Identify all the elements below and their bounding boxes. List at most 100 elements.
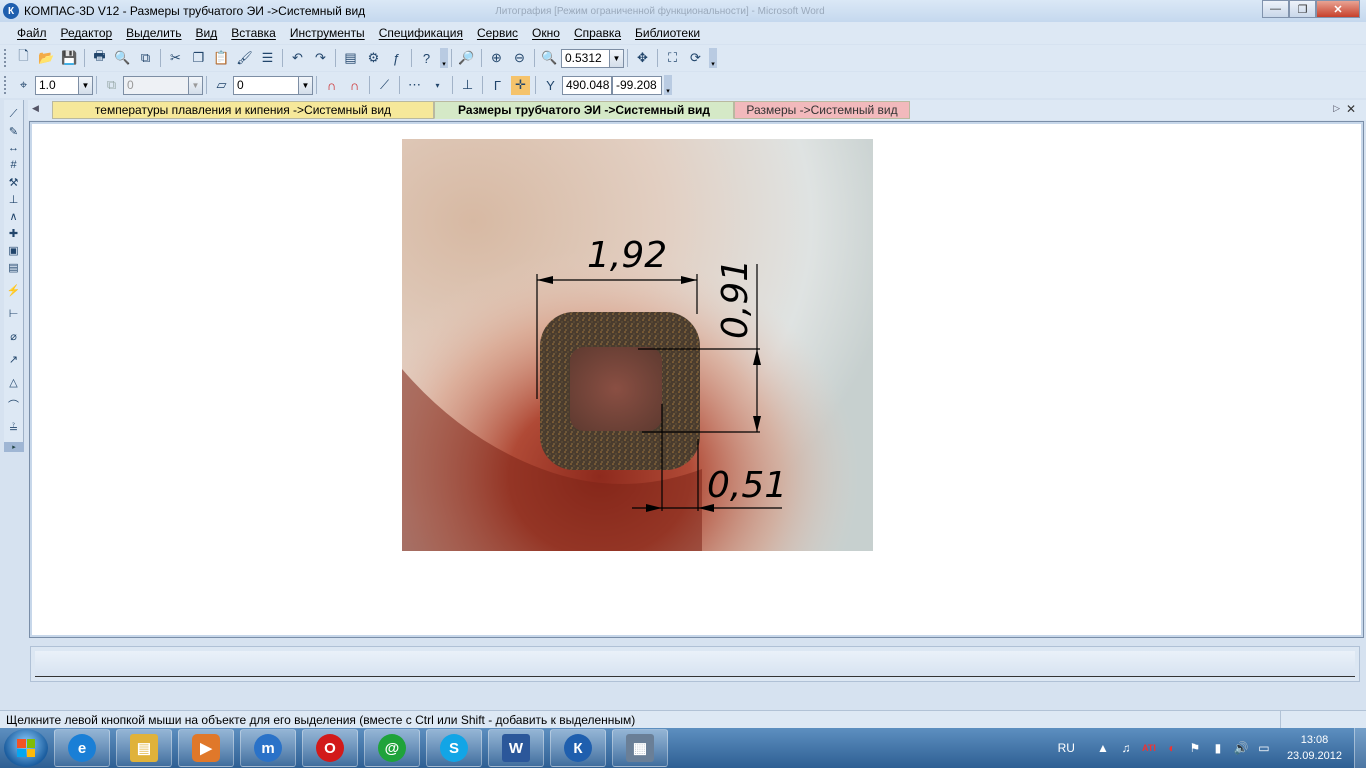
menu-view[interactable]: Вид — [189, 26, 225, 40]
snap-magnet-icon[interactable]: ∩ — [322, 76, 341, 95]
layers-icon[interactable]: ▱ — [212, 76, 231, 95]
taskbar-explorer[interactable]: ▤ — [116, 729, 172, 767]
toolbar-overflow-icon[interactable]: ▾ — [664, 75, 672, 95]
function-icon[interactable]: ƒ — [387, 49, 406, 68]
panel-expand-icon[interactable]: ▸ — [4, 442, 24, 452]
close-button[interactable]: ✕ — [1316, 0, 1360, 18]
selection-icon[interactable]: ✚ — [6, 225, 22, 241]
edit-icon[interactable]: ✎ — [6, 123, 22, 139]
dim-height-label[interactable]: 0,91 — [715, 259, 756, 339]
toolbar-overflow-icon[interactable]: ▾ — [440, 48, 448, 68]
arc-dimension-icon[interactable]: ⌒ — [6, 397, 22, 413]
chevron-down-icon[interactable]: ▼ — [609, 49, 623, 67]
variables-icon[interactable]: ⚙ — [364, 49, 383, 68]
roughness-icon[interactable]: ≟ — [6, 420, 22, 436]
tab-scroll-right-icon[interactable]: ▷ — [1333, 103, 1340, 114]
zoom-window-icon[interactable]: 🔎 — [457, 49, 476, 68]
taskbar-kompas[interactable]: К — [550, 729, 606, 767]
editing-icon[interactable]: ⚒ — [6, 174, 22, 190]
round-mode-icon[interactable]: Γ — [488, 76, 507, 95]
associative-views-icon[interactable]: ▣ — [6, 242, 22, 258]
menu-insert[interactable]: Вставка — [224, 26, 283, 40]
show-desktop-button[interactable] — [1354, 728, 1366, 768]
chevron-down-icon[interactable]: ▼ — [78, 76, 92, 94]
redo-icon[interactable]: ↷ — [311, 49, 330, 68]
chevron-down-icon[interactable]: ▼ — [298, 76, 312, 94]
adobe-icon[interactable]: ◐ — [1164, 740, 1180, 756]
copy-properties-icon[interactable]: ⧉ — [136, 49, 155, 68]
undo-icon[interactable]: ↶ — [288, 49, 307, 68]
format-brush-icon[interactable]: 🖌 — [235, 49, 254, 68]
print-icon[interactable]: 🖶 — [90, 48, 109, 68]
grid-icon[interactable]: ⋯ — [405, 76, 424, 95]
save-icon[interactable]: 💾 — [60, 49, 79, 68]
properties-list-icon[interactable]: ☰ — [258, 49, 277, 68]
taskbar-ie[interactable]: e — [54, 729, 110, 767]
ortho-mode-icon[interactable]: ⊥ — [458, 76, 477, 95]
coord-x-field[interactable]: 490.048 — [562, 75, 612, 95]
snap-local-icon[interactable]: ∩ — [345, 76, 364, 95]
copy-icon[interactable]: ❐ — [189, 49, 208, 68]
tab-temperatures[interactable]: температуры плавления и кипения ->Систем… — [52, 101, 434, 119]
print-preview-icon[interactable]: 🔍 — [113, 49, 132, 68]
ati-icon[interactable]: ATI — [1141, 740, 1157, 756]
zoom-out-icon[interactable]: ⊖ — [510, 49, 529, 68]
zoom-in-icon[interactable]: ⊕ — [487, 49, 506, 68]
paste-icon[interactable]: 📋 — [212, 49, 231, 68]
construction-icon[interactable]: ⚡ — [6, 282, 22, 298]
menu-libraries[interactable]: Библиотеки — [628, 26, 707, 40]
tab-dimensions[interactable]: Размеры ->Системный вид — [734, 101, 910, 119]
zoom-scale-icon[interactable]: 🔍 — [540, 49, 559, 68]
micrograph-image[interactable]: 1,92 0,91 0,51 — [402, 139, 873, 551]
angle-icon[interactable]: △ — [6, 374, 22, 390]
taskbar-media-player[interactable]: ▶ — [178, 729, 234, 767]
coord-y-field[interactable]: -99.208 — [612, 75, 662, 95]
volume-icon[interactable]: 🔊 — [1233, 740, 1249, 756]
tab-scroll-left-icon[interactable]: ◀ — [32, 103, 39, 114]
specification-icon[interactable]: ▤ — [6, 259, 22, 275]
parametric-mode-icon[interactable]: ⟋ — [375, 76, 394, 95]
maximize-button[interactable]: ❐ — [1289, 0, 1316, 18]
menu-specification[interactable]: Спецификация — [372, 26, 470, 40]
language-indicator[interactable]: RU — [1058, 741, 1075, 755]
drawing-canvas[interactable]: 1,92 0,91 0,51 — [29, 121, 1364, 638]
local-cs-icon[interactable]: ⌖ — [14, 76, 33, 95]
open-folder-icon[interactable]: 📂 — [37, 49, 56, 68]
taskbar-calculator[interactable]: ▦ — [612, 729, 668, 767]
dimensions-icon[interactable]: ↔ — [6, 140, 22, 156]
dim-width-label[interactable]: 1,92 — [587, 235, 667, 276]
radius-icon[interactable]: ↗ — [6, 351, 22, 367]
grid-dropdown-icon[interactable]: ▾ — [428, 76, 447, 95]
designations-icon[interactable]: # — [6, 157, 22, 173]
refresh-icon[interactable]: ⟳ — [686, 49, 705, 68]
start-button[interactable] — [4, 729, 48, 767]
measurements-icon[interactable]: ∧ — [6, 208, 22, 224]
network-icon[interactable]: ▭ — [1256, 740, 1272, 756]
style-combo[interactable]: 0 ▼ — [233, 75, 313, 95]
zoom-combo[interactable]: 0.5312 ▼ — [561, 48, 624, 68]
toolbar-grip[interactable] — [4, 49, 8, 67]
minimize-button[interactable]: — — [1262, 0, 1289, 18]
taskbar-maxthon[interactable]: m — [240, 729, 296, 767]
audio-driver-icon[interactable]: ♫ — [1118, 740, 1134, 756]
taskbar-opera[interactable]: O — [302, 729, 358, 767]
cut-icon[interactable]: ✂ — [166, 49, 185, 68]
menu-help[interactable]: Справка — [567, 26, 628, 40]
menu-tools[interactable]: Инструменты — [283, 26, 372, 40]
menu-select[interactable]: Выделить — [119, 26, 188, 40]
new-document-icon[interactable]: 🗋 — [14, 48, 33, 68]
scale-combo[interactable]: 1.0 ▼ — [35, 75, 93, 95]
clock[interactable]: 13:08 23.09.2012 — [1287, 732, 1342, 764]
taskbar-mail-agent[interactable]: @ — [364, 729, 420, 767]
show-hidden-icons-icon[interactable]: ▲ — [1095, 740, 1111, 756]
diameter-icon[interactable]: ⌀ — [6, 328, 22, 344]
show-all-icon[interactable]: ⛶ — [663, 49, 682, 68]
parametrization-icon[interactable]: ⊥ — [6, 191, 22, 207]
menu-file[interactable]: Файл — [10, 26, 54, 40]
cursor-coords-icon[interactable]: ✛ — [511, 75, 530, 95]
menu-service[interactable]: Сервис — [470, 26, 525, 40]
manager-icon[interactable]: ▤ — [341, 49, 360, 68]
linear-dimension-icon[interactable]: ⊢ — [6, 305, 22, 321]
menu-window[interactable]: Окно — [525, 26, 567, 40]
geometry-icon[interactable]: ⟋ — [6, 106, 22, 122]
